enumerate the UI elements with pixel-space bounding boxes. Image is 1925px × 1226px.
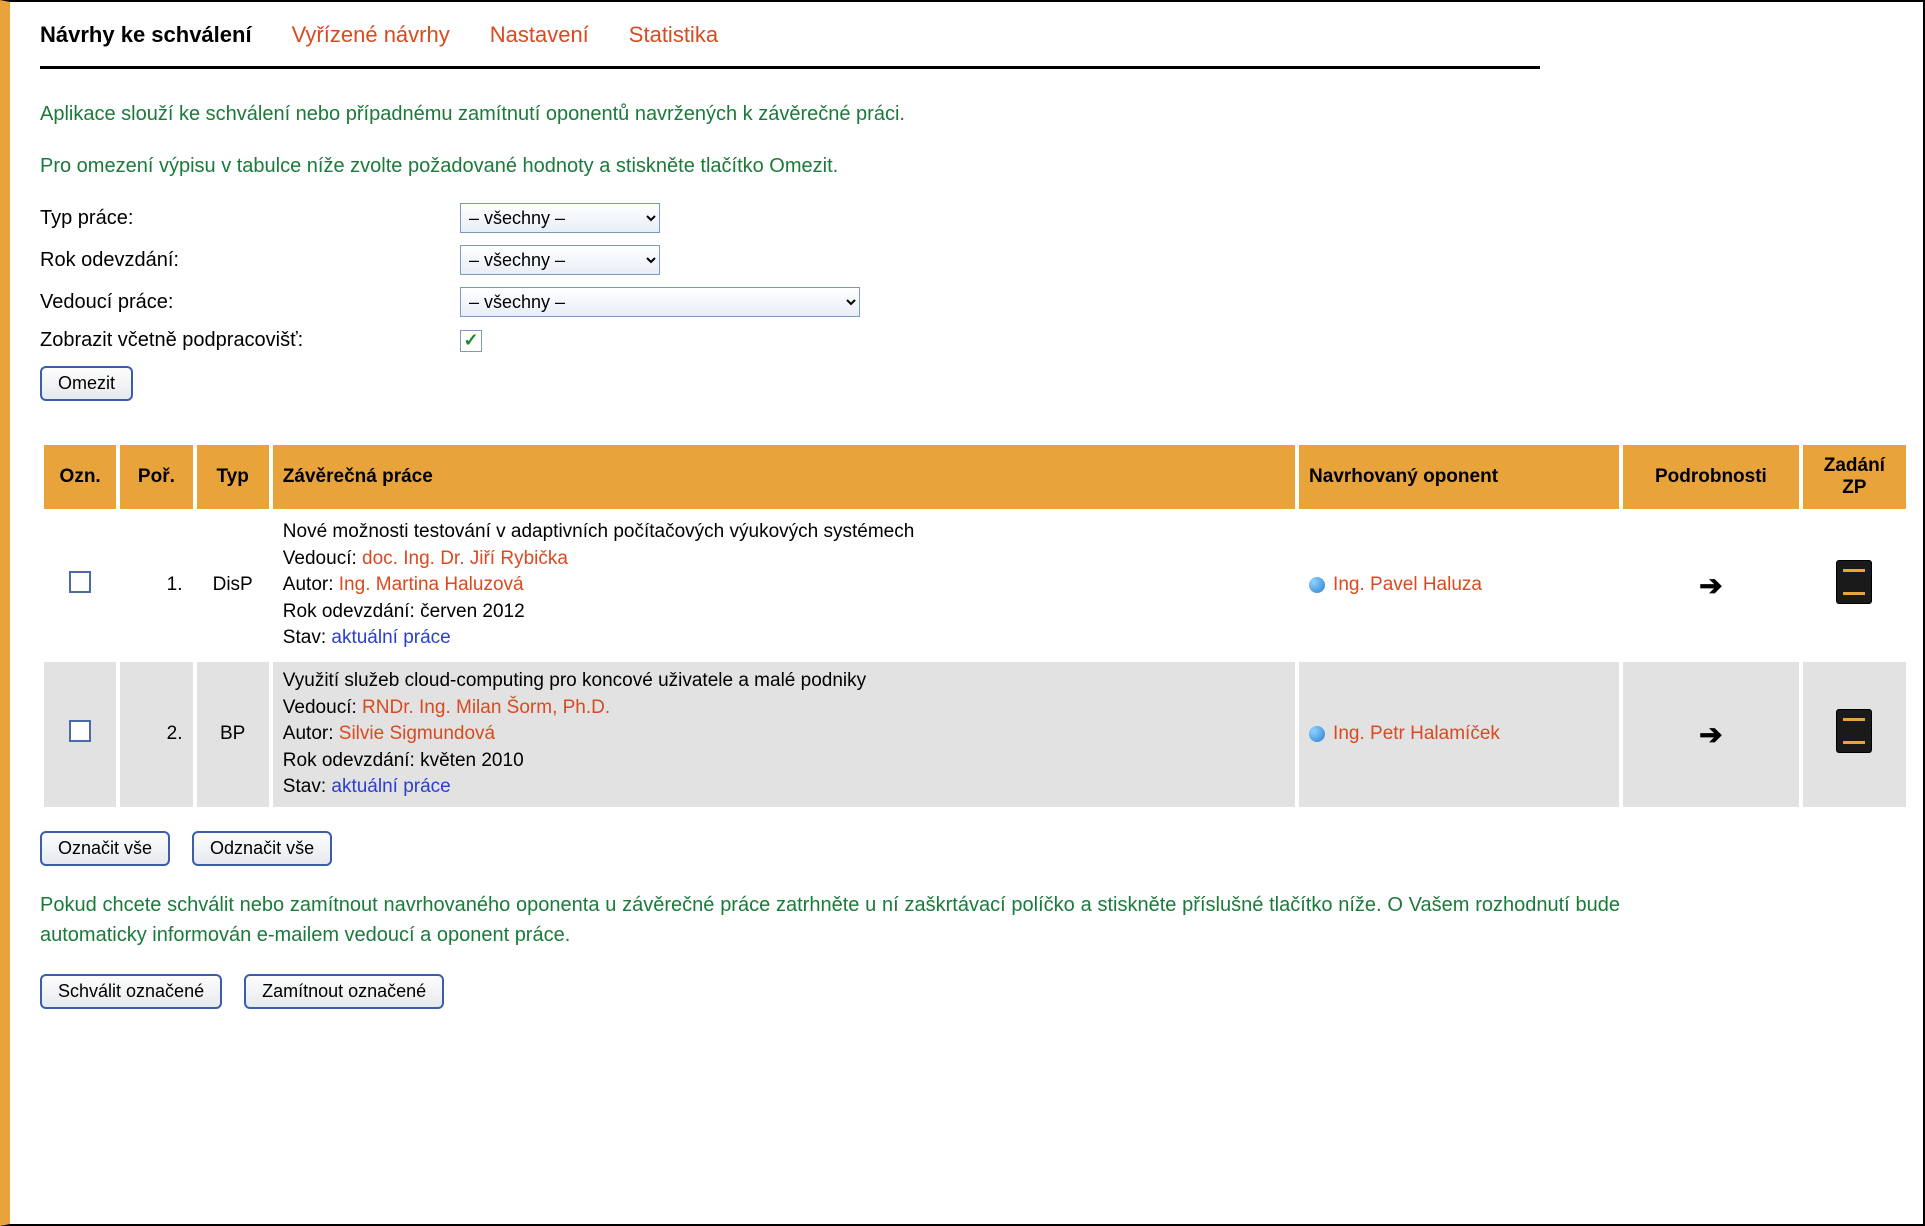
author-link[interactable]: Silvie Sigmundová: [339, 723, 495, 744]
deselect-all-button[interactable]: Odznačit vše: [192, 831, 332, 866]
row-checkbox[interactable]: [69, 720, 91, 742]
globe-icon: [1309, 726, 1325, 742]
label-autor: Autor:: [283, 723, 339, 744]
help-text: Pokud chcete schválit nebo zamítnout nav…: [40, 890, 1620, 950]
label-stav: Stav:: [283, 776, 332, 797]
arrow-right-icon[interactable]: ➔: [1699, 718, 1722, 751]
author-link[interactable]: Ing. Martina Haluzová: [339, 574, 524, 595]
book-icon[interactable]: [1836, 560, 1872, 604]
intro-text-2: Pro omezení výpisu v tabulce níže zvolte…: [40, 151, 1893, 181]
tab-settings[interactable]: Nastavení: [490, 22, 589, 48]
tabs-bar: Návrhy ke schválení Vyřízené návrhy Nast…: [40, 22, 1540, 69]
proposals-table: Ozn. Poř. Typ Závěrečná práce Navrhovaný…: [40, 441, 1910, 811]
opponent-link[interactable]: Ing. Pavel Haluza: [1333, 574, 1482, 595]
filter-type-label: Typ práce:: [40, 207, 460, 230]
arrow-right-icon[interactable]: ➔: [1699, 569, 1722, 602]
book-icon[interactable]: [1836, 709, 1872, 753]
row-checkbox[interactable]: [69, 571, 91, 593]
thesis-block: Nové možnosti testování v adaptivních po…: [283, 519, 1285, 652]
year-value: červen 2012: [420, 601, 525, 622]
thesis-title: Využití služeb cloud-computing pro konco…: [283, 668, 1285, 695]
filter-subdept-checkbox[interactable]: ✓: [460, 330, 482, 352]
label-vedouci: Vedoucí:: [283, 697, 362, 718]
year-value: květen 2010: [420, 750, 524, 771]
intro-text-1: Aplikace slouží ke schválení nebo případ…: [40, 99, 1893, 129]
filter-year-select[interactable]: – všechny –: [460, 245, 660, 275]
reject-button[interactable]: Zamítnout označené: [244, 974, 444, 1009]
status-link[interactable]: aktuální práce: [331, 776, 450, 797]
row-por: 1.: [120, 513, 192, 658]
th-zp: Závěrečná práce: [273, 445, 1295, 509]
tab-statistics[interactable]: Statistika: [629, 22, 718, 48]
supervisor-link[interactable]: doc. Ing. Dr. Jiří Rybička: [362, 548, 568, 569]
limit-button[interactable]: Omezit: [40, 366, 133, 401]
table-row: 1. DisP Nové možnosti testování v adapti…: [44, 513, 1906, 658]
label-vedouci: Vedoucí:: [283, 548, 362, 569]
th-zadani: Zadání ZP: [1803, 445, 1906, 509]
thesis-block: Využití služeb cloud-computing pro konco…: [283, 668, 1285, 801]
check-icon: ✓: [463, 330, 478, 351]
tab-processed[interactable]: Vyřízené návrhy: [292, 22, 450, 48]
filter-supervisor-select[interactable]: – všechny –: [460, 287, 860, 317]
select-all-button[interactable]: Označit vše: [40, 831, 170, 866]
table-row: 2. BP Využití služeb cloud-computing pro…: [44, 662, 1906, 807]
filter-subdept-label: Zobrazit včetně podpracovišť:: [40, 329, 460, 352]
th-typ: Typ: [197, 445, 269, 509]
th-details: Podrobnosti: [1623, 445, 1799, 509]
opponent-link[interactable]: Ing. Petr Halamíček: [1333, 723, 1500, 744]
supervisor-link[interactable]: RNDr. Ing. Milan Šorm, Ph.D.: [362, 697, 610, 718]
thesis-title: Nové možnosti testování v adaptivních po…: [283, 519, 1285, 546]
th-opponent: Navrhovaný oponent: [1299, 445, 1619, 509]
label-rok: Rok odevzdání:: [283, 601, 420, 622]
label-autor: Autor:: [283, 574, 339, 595]
approve-button[interactable]: Schválit označené: [40, 974, 222, 1009]
filter-year-label: Rok odevzdání:: [40, 249, 460, 272]
th-por: Poř.: [120, 445, 192, 509]
th-ozn: Ozn.: [44, 445, 116, 509]
row-typ: BP: [197, 662, 269, 807]
status-link[interactable]: aktuální práce: [331, 627, 450, 648]
label-rok: Rok odevzdání:: [283, 750, 420, 771]
globe-icon: [1309, 577, 1325, 593]
filter-supervisor-label: Vedoucí práce:: [40, 291, 460, 314]
row-por: 2.: [120, 662, 192, 807]
tab-proposals[interactable]: Návrhy ke schválení: [40, 22, 252, 48]
row-typ: DisP: [197, 513, 269, 658]
filter-type-select[interactable]: – všechny –: [460, 203, 660, 233]
label-stav: Stav:: [283, 627, 332, 648]
